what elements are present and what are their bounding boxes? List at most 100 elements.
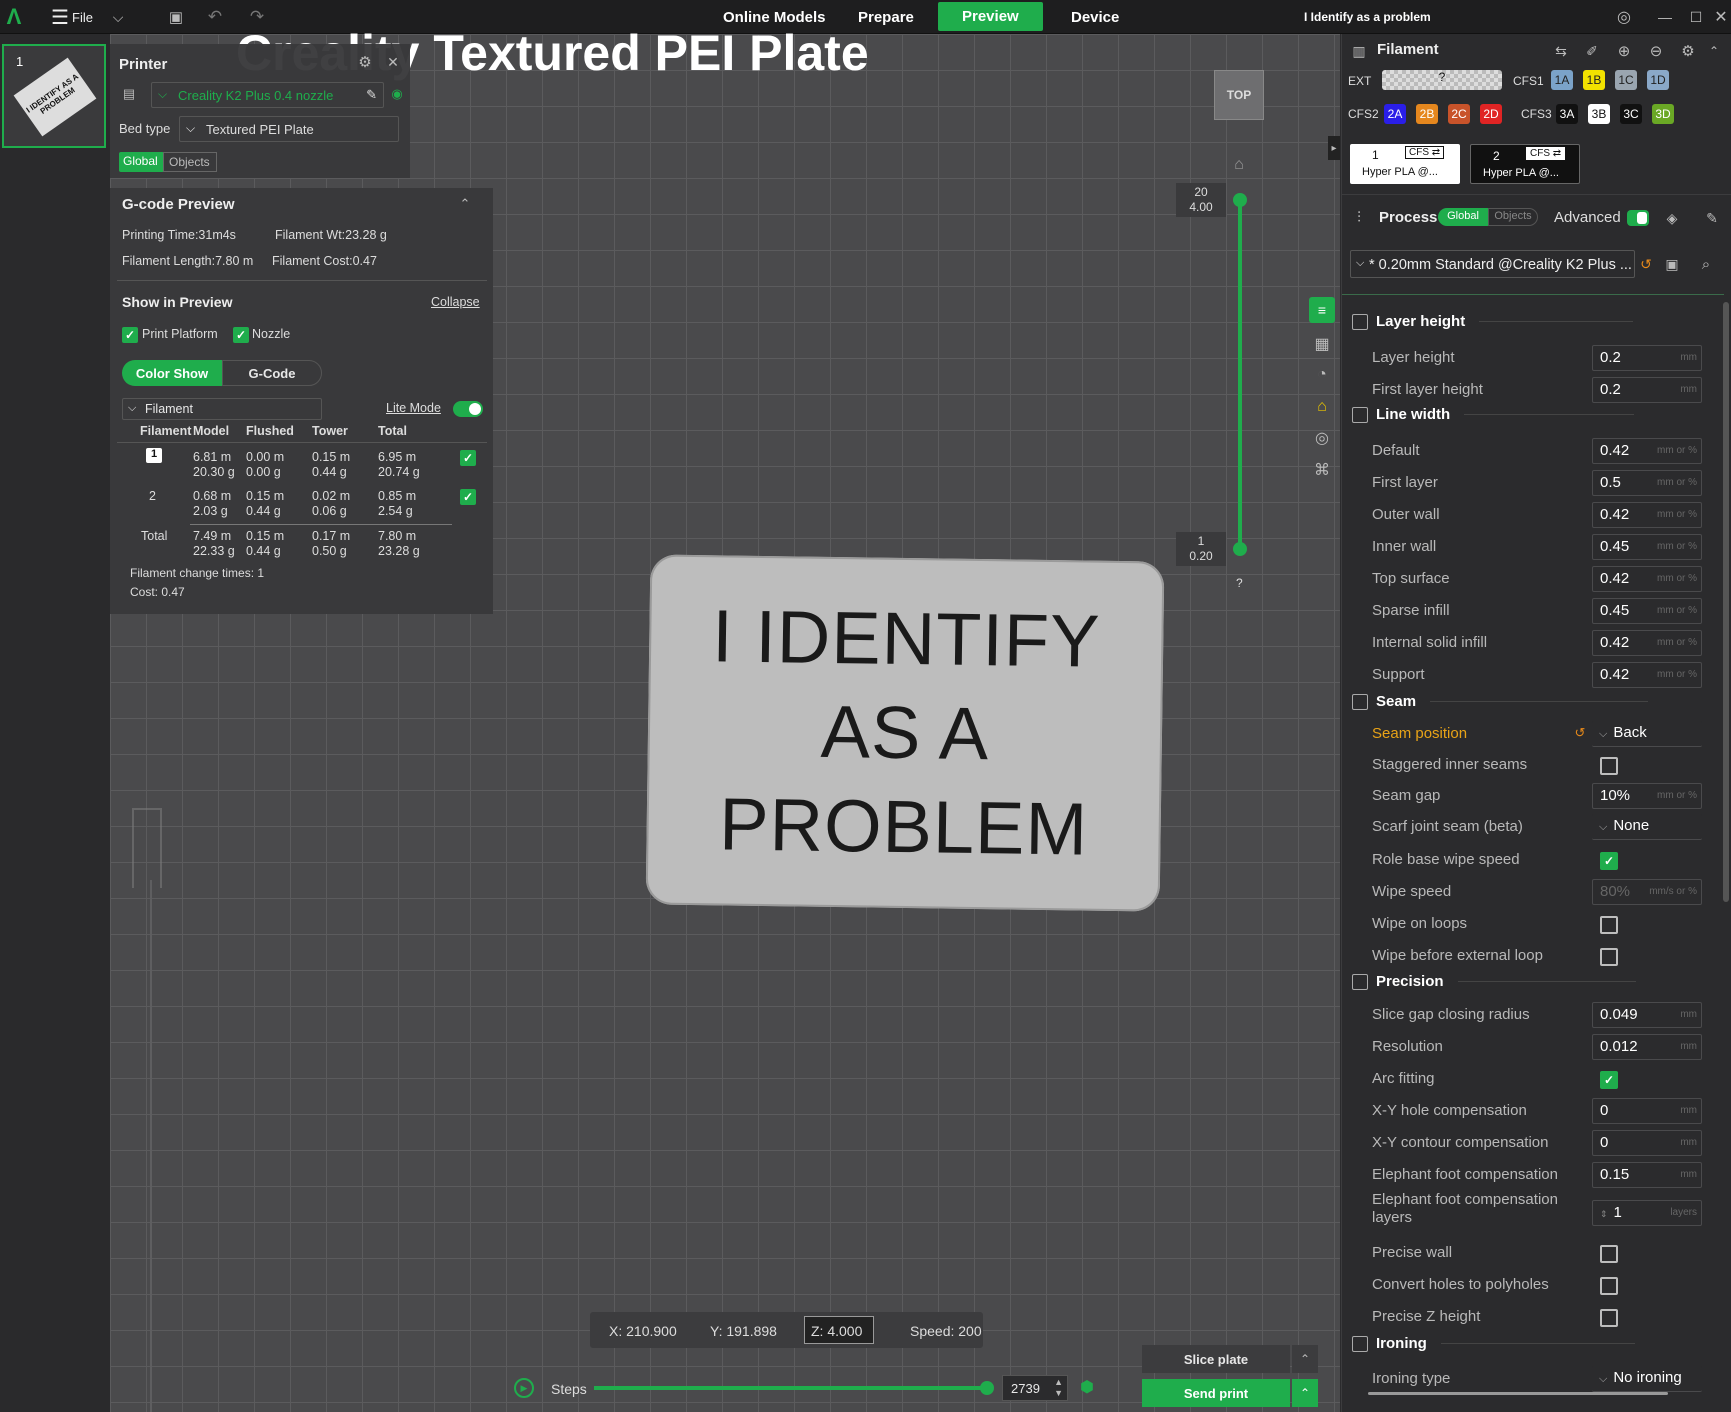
checkbox-precise-wall[interactable]: [1600, 1245, 1618, 1263]
compare-icon[interactable]: ◈: [1662, 207, 1682, 229]
app-logo-icon[interactable]: Λ: [2, 4, 26, 30]
bed-type-select[interactable]: ⌵ Textured PEI Plate: [179, 116, 399, 142]
gear-icon[interactable]: ⚙: [1678, 40, 1698, 62]
process-preset-select[interactable]: ⌵ * 0.20mm Standard @Creality K2 Plus ..…: [1350, 250, 1635, 278]
input-elephant-foot-compensation[interactable]: 0.15 mm: [1592, 1162, 1702, 1188]
input-elephant-foot-compensation-layers[interactable]: ⇕ 1 layers: [1592, 1200, 1702, 1226]
tab-preview[interactable]: Preview: [938, 2, 1043, 31]
home-icon[interactable]: ⌂: [1228, 154, 1250, 176]
checkbox-arc-fitting[interactable]: ✓: [1600, 1071, 1618, 1089]
reset-icon[interactable]: ↺: [1637, 252, 1655, 276]
filament-card-2[interactable]: 2 CFS ⇄ Hyper PLA @...: [1470, 144, 1580, 184]
input-resolution[interactable]: 0.012 mm: [1592, 1034, 1702, 1060]
lite-mode-toggle[interactable]: [453, 401, 483, 417]
layers-view-icon[interactable]: ≡: [1309, 297, 1335, 323]
speed-icon[interactable]: ◔: [1311, 364, 1333, 386]
input-x-y-contour-compensation[interactable]: 0 mm: [1592, 1130, 1702, 1156]
target-icon[interactable]: ◎: [1311, 427, 1333, 449]
printer-select[interactable]: ⌵ Creality K2 Plus 0.4 nozzle ✎: [151, 82, 384, 108]
layer-slider-track[interactable]: [1238, 200, 1242, 550]
row2-visible-checkbox[interactable]: ✓: [460, 489, 476, 505]
input-top-surface[interactable]: 0.42 mm or %: [1592, 566, 1702, 592]
layer-slider-top-handle[interactable]: [1233, 193, 1247, 207]
cube-icon[interactable]: ⬢: [1078, 1377, 1096, 1397]
sync-icon[interactable]: ⇆: [1550, 40, 1572, 62]
plate-thumbnail[interactable]: 1 I IDENTIFY AS A PROBLEM: [2, 44, 106, 148]
tab-objects[interactable]: Objects: [163, 152, 217, 172]
edit-icon[interactable]: ✎: [366, 87, 377, 103]
layer-slider-bottom-handle[interactable]: [1233, 542, 1247, 556]
slot-3b[interactable]: 3B: [1588, 104, 1610, 124]
input-inner-wall[interactable]: 0.45 mm or %: [1592, 534, 1702, 560]
input-seam-position[interactable]: ⌵ Back: [1592, 721, 1702, 747]
steps-input[interactable]: 2739 ▲ ▼: [1002, 1375, 1068, 1401]
slot-3a[interactable]: 3A: [1556, 104, 1578, 124]
add-icon[interactable]: ⊕: [1614, 40, 1634, 62]
input-first-layer[interactable]: 0.5 mm or %: [1592, 470, 1702, 496]
print-platform-checkbox[interactable]: ✓: [122, 327, 138, 343]
slot-1c[interactable]: 1C: [1615, 70, 1637, 90]
maximize-icon[interactable]: ☐: [1686, 6, 1706, 28]
play-icon[interactable]: ▶: [514, 1378, 534, 1398]
checkbox-staggered-inner-seams[interactable]: [1600, 757, 1618, 775]
checkbox-wipe-on-loops[interactable]: [1600, 916, 1618, 934]
input-internal-solid-infill[interactable]: 0.42 mm or %: [1592, 630, 1702, 656]
close-panel-icon[interactable]: ✕: [385, 52, 401, 72]
slot-3d[interactable]: 3D: [1652, 104, 1674, 124]
toolpath-icon[interactable]: ⌂: [1311, 396, 1333, 418]
input-first-layer-height[interactable]: 0.2 mm: [1592, 377, 1702, 403]
input-ironing-type[interactable]: ⌵ No ironing: [1592, 1366, 1702, 1392]
advanced-toggle[interactable]: [1627, 210, 1649, 226]
row1-visible-checkbox[interactable]: ✓: [460, 450, 476, 466]
spin-icon[interactable]: ⇕: [1600, 1209, 1608, 1219]
filament-card-1[interactable]: 1 CFS ⇄ Hyper PLA @...: [1350, 144, 1460, 184]
slice-dropdown-icon[interactable]: ⌃: [1292, 1345, 1318, 1373]
slice-plate-button[interactable]: Slice plate: [1142, 1345, 1290, 1373]
grid-view-icon[interactable]: ▦: [1311, 333, 1333, 355]
minimize-icon[interactable]: —: [1655, 6, 1675, 28]
input-default[interactable]: 0.42 mm or %: [1592, 438, 1702, 464]
process-objects-tab[interactable]: Objects: [1488, 208, 1538, 226]
collapse-link[interactable]: Collapse: [431, 295, 480, 309]
collapse-sidebar-icon[interactable]: ▸: [1328, 136, 1340, 160]
slot-1b[interactable]: 1B: [1583, 70, 1605, 90]
checkbox-wipe-before-external-loop[interactable]: [1600, 948, 1618, 966]
save-preset-icon[interactable]: ▣: [1662, 252, 1682, 276]
checkbox-precise-z-height[interactable]: [1600, 1309, 1618, 1327]
checkbox-role-base-wipe-speed[interactable]: ✓: [1600, 852, 1618, 870]
slot-2a[interactable]: 2A: [1384, 104, 1406, 124]
color-show-tab[interactable]: Color Show: [122, 360, 222, 386]
checkbox-convert-holes-to-polyholes[interactable]: [1600, 1277, 1618, 1295]
scrollbar[interactable]: [1723, 302, 1729, 902]
slot-2c[interactable]: 2C: [1448, 104, 1470, 124]
nozzle-checkbox[interactable]: ✓: [233, 327, 249, 343]
hscrollbar[interactable]: [1368, 1392, 1668, 1395]
tab-global[interactable]: Global: [119, 152, 163, 172]
slot-2d[interactable]: 2D: [1480, 104, 1502, 124]
menu-icon[interactable]: ☰: [50, 6, 70, 29]
save-icon[interactable]: ▣: [166, 6, 186, 28]
reset-icon[interactable]: ↺: [1572, 723, 1588, 743]
help-label[interactable]: ?: [1236, 576, 1243, 590]
collapse-up-icon[interactable]: ⌃: [1704, 40, 1724, 62]
input-sparse-infill[interactable]: 0.45 mm or %: [1592, 598, 1702, 624]
input-seam-gap[interactable]: 10% mm or %: [1592, 783, 1702, 809]
close-icon[interactable]: ✕: [1712, 6, 1730, 28]
undo-icon[interactable]: ↶: [205, 6, 225, 28]
process-global-tab[interactable]: Global: [1438, 208, 1488, 226]
chevron-down-icon[interactable]: ⌵: [108, 6, 128, 28]
file-menu[interactable]: File: [72, 10, 93, 25]
view-cube[interactable]: TOP: [1214, 70, 1264, 120]
steps-slider-track[interactable]: [594, 1386, 986, 1390]
ext-slot[interactable]: ?: [1382, 70, 1502, 90]
slot-1d[interactable]: 1D: [1647, 70, 1669, 90]
input-x-y-hole-compensation[interactable]: 0 mm: [1592, 1098, 1702, 1124]
steps-slider-handle[interactable]: [980, 1381, 994, 1395]
brush-icon[interactable]: ✐: [1582, 40, 1602, 62]
send-print-button[interactable]: Send print: [1142, 1379, 1290, 1407]
wifi-icon[interactable]: ◉: [388, 84, 406, 104]
input-wipe-speed[interactable]: 80% mm/s or %: [1592, 879, 1702, 905]
wrench-icon[interactable]: ✎: [1702, 207, 1722, 229]
input-slice-gap-closing-radius[interactable]: 0.049 mm: [1592, 1002, 1702, 1028]
gcode-tab[interactable]: G-Code: [222, 360, 322, 386]
